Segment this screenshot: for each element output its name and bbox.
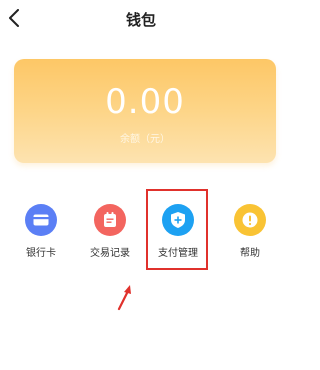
menu-label: 交易记录 — [90, 248, 130, 259]
transaction-record-icon — [94, 204, 126, 236]
balance-amount: 0.00 — [105, 82, 185, 122]
highlight-box — [146, 189, 208, 270]
menu-label: 银行卡 — [26, 248, 56, 259]
header-bar: 钱包 — [0, 0, 282, 38]
menu-item-bank-card[interactable]: 银行卡 — [13, 200, 69, 262]
menu-item-help[interactable]: 帮助 — [222, 200, 278, 262]
page-title: 钱包 — [125, 11, 156, 29]
balance-card: 0.00 余额（元） — [14, 59, 276, 163]
balance-label: 余额（元） — [120, 134, 170, 145]
menu-label: 帮助 — [240, 248, 260, 259]
arrow-icon — [117, 285, 131, 311]
menu-item-transaction-record[interactable]: 交易记录 — [82, 200, 138, 262]
info-circle-icon — [234, 204, 266, 236]
bank-card-icon — [25, 204, 57, 236]
